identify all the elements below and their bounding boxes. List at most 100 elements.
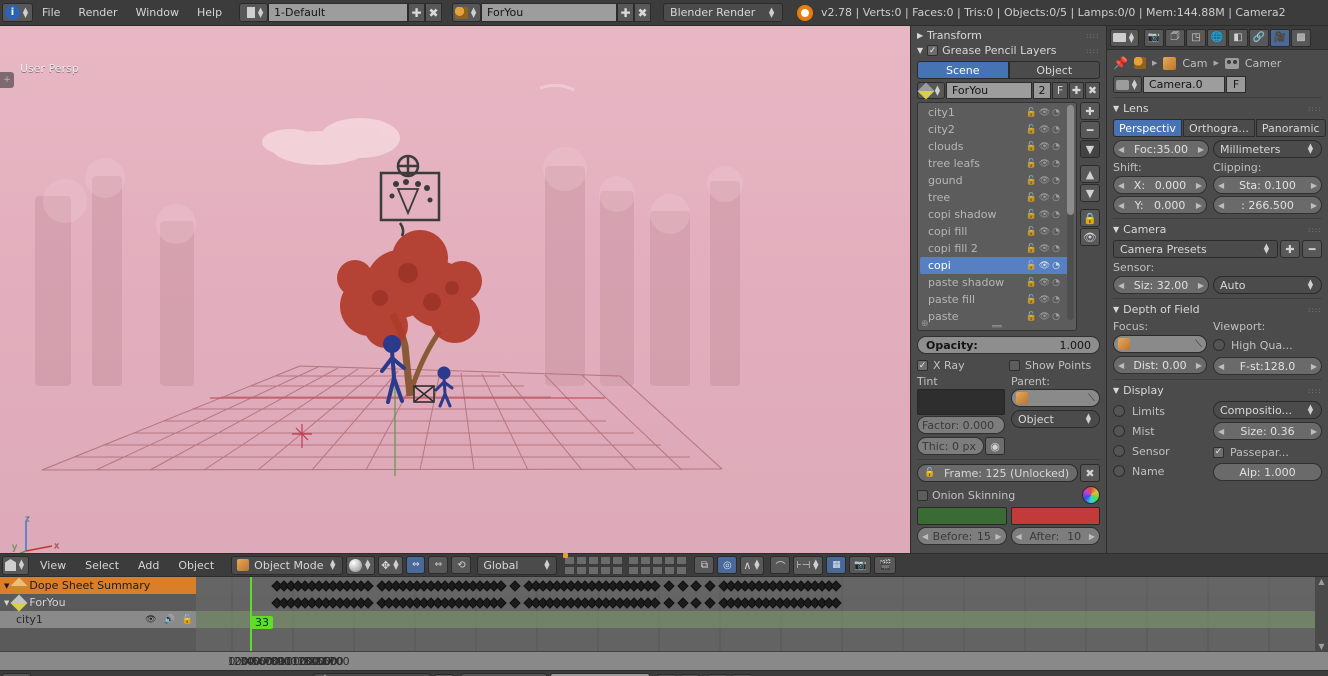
gp-unlink-button[interactable]: ✖	[1085, 82, 1100, 99]
dope-sheet-vertical-scrollbar[interactable]: ▲▼	[1315, 577, 1328, 651]
manipulator-rotate-icon[interactable]: ⟲	[451, 556, 471, 574]
lock-icon[interactable]: 🔓	[1025, 125, 1036, 135]
proportional-edit-selector[interactable]: ⊦⊣ ▲▼	[793, 556, 823, 575]
editor-type-selector-3dview[interactable]: ▲▼	[2, 556, 29, 575]
breadcrumb-object-label[interactable]: Cam	[1182, 57, 1207, 70]
onion-icon[interactable]: ◔	[1052, 193, 1060, 203]
layer-add-button[interactable]: ✚	[1080, 102, 1100, 120]
snap-element-selector[interactable]: ∧ ▲▼	[740, 556, 764, 575]
lock-icon[interactable]: 🔓	[1025, 227, 1036, 237]
onion-skinning-checkbox[interactable]	[917, 490, 928, 501]
dope-channel-summary[interactable]: ▼Dope Sheet Summary	[0, 577, 196, 594]
onion-before-frames[interactable]: ◀ Before: 15 ▶	[917, 527, 1007, 545]
onion-icon[interactable]: ◔	[1052, 108, 1060, 118]
lock-icon[interactable]: 🔓	[1025, 261, 1036, 271]
parent-object-field[interactable]: ⟍	[1011, 389, 1100, 407]
manipulator-translate-icon[interactable]: ⇔	[428, 556, 448, 574]
lock-icon[interactable]: 🔓	[1025, 108, 1036, 118]
eye-icon[interactable]: 👁	[1039, 193, 1050, 203]
onion-after-frames[interactable]: ◀ After: 10 ▶	[1011, 527, 1101, 545]
magnet-icon[interactable]: ⌒	[770, 556, 790, 574]
layer-remove-button[interactable]: ━	[1080, 121, 1100, 139]
tint-factor-slider[interactable]: Factor: 0.000	[917, 416, 1005, 434]
layer-move-down-button[interactable]: ▼	[1080, 184, 1100, 202]
shift-x-field[interactable]: ◀X: 0.000▶	[1113, 176, 1207, 194]
display-panel-header[interactable]: ▼ Display ::::	[1113, 384, 1322, 397]
eye-icon[interactable]: 👁	[1039, 261, 1050, 271]
display-toggle-sensor[interactable]: Sensor	[1113, 441, 1207, 461]
properties-tab-scene-icon[interactable]: ◳	[1186, 29, 1206, 47]
lens-type-panoramic[interactable]: Panoramic	[1256, 119, 1326, 137]
gp-layer-row[interactable]: city1🔓👁◔	[920, 104, 1074, 121]
gp-layer-list[interactable]: city1🔓👁◔city2🔓👁◔clouds🔓👁◔tree leafs🔓👁◔go…	[917, 102, 1077, 331]
grease-pencil-panel-header[interactable]: ▼ ✓ Grease Pencil Layers ::::	[917, 44, 1100, 57]
lens-panel-header[interactable]: ▼ Lens ::::	[1113, 102, 1322, 115]
sensor-size-field[interactable]: ◀Siz: 32.00▶	[1113, 276, 1209, 294]
gp-layer-row[interactable]: tree leafs🔓👁◔	[920, 155, 1074, 172]
camera-datablock-selector[interactable]: ▲▼	[1113, 76, 1142, 93]
lens-type-perspective[interactable]: Perspectiv	[1113, 119, 1182, 137]
lens-type-orthographic[interactable]: Orthogra...	[1183, 119, 1255, 137]
opacity-slider[interactable]: Opacity: 1.000	[917, 336, 1100, 354]
editor-type-selector-properties[interactable]: ▲▼	[1110, 29, 1139, 47]
pin-icon[interactable]: 📌	[1113, 56, 1128, 70]
lock-icon[interactable]: 🔓	[1025, 210, 1036, 220]
onion-icon[interactable]: ◔	[1052, 176, 1060, 186]
lens-unit-selector[interactable]: Millimeters ▲▼	[1213, 140, 1322, 158]
menu-render[interactable]: Render	[69, 3, 126, 23]
lock-icon[interactable]: 🔓	[182, 615, 193, 625]
lock-icon[interactable]: 🔓	[1025, 193, 1036, 203]
show-points-toggle[interactable]: Show Points	[1009, 359, 1091, 372]
layer-specials-menu[interactable]: ▼	[1080, 140, 1100, 158]
add-screen-layout-button[interactable]: ✚	[408, 3, 425, 22]
add-scene-button[interactable]: ✚	[617, 3, 634, 22]
onion-icon[interactable]: ◔	[1052, 312, 1060, 322]
eyedropper-icon[interactable]: ⟍	[1088, 393, 1095, 404]
eye-icon[interactable]: 👁	[1039, 278, 1050, 288]
dof-focus-object-field[interactable]: ⟍	[1113, 335, 1207, 353]
gp-layer-row[interactable]: paste fill🔓👁◔	[920, 291, 1074, 308]
gp-fake-user-button[interactable]: F	[1052, 82, 1068, 99]
eye-icon[interactable]: 👁	[1039, 295, 1050, 305]
lock-icon[interactable]: 🔓	[1025, 244, 1036, 254]
screen-layout-icon-selector[interactable]: ▲▼	[239, 3, 268, 22]
eye-icon[interactable]: 👁	[1039, 210, 1050, 220]
gp-layer-row[interactable]: gound🔓👁◔	[920, 172, 1074, 189]
camera-presets-selector[interactable]: Camera Presets ▲▼	[1113, 240, 1278, 258]
tab-object[interactable]: Object	[1009, 61, 1101, 79]
menu-window[interactable]: Window	[127, 3, 188, 23]
properties-tab-world-icon[interactable]: 🌐	[1207, 29, 1227, 47]
transform-panel-header[interactable]: ▶ Transform ::::	[917, 29, 1100, 42]
parent-type-selector[interactable]: Object ▲▼	[1011, 410, 1100, 428]
passepartout-alpha-field[interactable]: Alp: 1.000	[1213, 463, 1322, 481]
pivot-point-selector[interactable]: ✥ ▲▼	[378, 556, 403, 575]
onion-icon[interactable]: ◔	[1052, 142, 1060, 152]
eye-icon[interactable]: 👁	[1039, 142, 1050, 152]
lock-object-modes-icon[interactable]: ⧉	[694, 556, 714, 574]
eye-icon[interactable]: 👁	[1039, 176, 1050, 186]
screen-layout-field[interactable]: 1-Default	[268, 3, 408, 22]
gp-layer-row[interactable]: tree🔓👁◔	[920, 189, 1074, 206]
remove-camera-preset-button[interactable]: ━	[1302, 240, 1322, 258]
gp-layer-row[interactable]: paste shadow🔓👁◔	[920, 274, 1074, 291]
snap-during-transform-icon[interactable]: ◎	[717, 556, 737, 574]
lock-icon[interactable]: 🔓	[1025, 176, 1036, 186]
dof-distance-field[interactable]: ◀Dist: 0.00▶	[1113, 356, 1207, 374]
current-frame-badge[interactable]: 33	[251, 616, 273, 629]
toolshelf-expand-icon[interactable]: +	[0, 72, 14, 88]
transform-orientation-selector[interactable]: Global ▲▼	[477, 556, 557, 575]
viewport-shading-selector[interactable]: ▲▼	[346, 556, 375, 575]
gp-layer-row[interactable]: copi fill🔓👁◔	[920, 223, 1074, 240]
hide-all-layers-icon[interactable]: 👁	[1080, 228, 1100, 246]
gp-layer-row[interactable]: clouds🔓👁◔	[920, 138, 1074, 155]
xray-toggle[interactable]: ✓ X Ray	[917, 359, 1005, 372]
expand-triangle-icon[interactable]: ▼	[4, 599, 9, 607]
scene-name-field[interactable]: ForYou	[481, 3, 617, 22]
gp-new-button[interactable]: ✚	[1069, 82, 1084, 99]
viewport-menu-select[interactable]: Select	[77, 559, 127, 572]
lock-icon[interactable]: 🔓	[1025, 295, 1036, 305]
display-size-field[interactable]: ◀Size: 0.36▶	[1213, 422, 1322, 440]
dof-panel-header[interactable]: ▼ Depth of Field ::::	[1113, 303, 1322, 316]
delete-scene-button[interactable]: ✖	[634, 3, 651, 22]
gp-users-count[interactable]: 2	[1033, 82, 1051, 99]
